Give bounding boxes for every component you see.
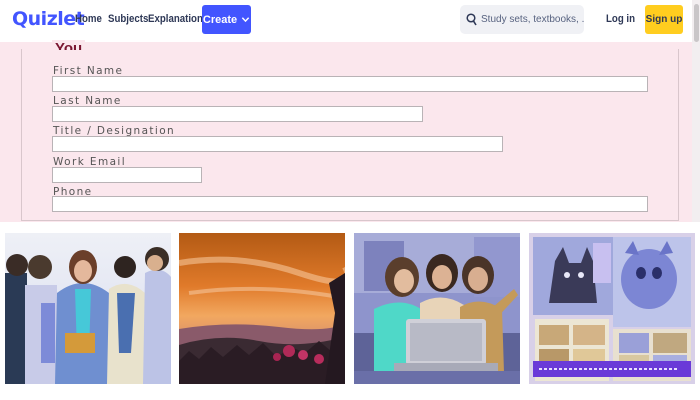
phone-field[interactable] xyxy=(52,196,648,212)
log-in-link[interactable]: Log in xyxy=(606,13,635,25)
nav-home-link[interactable]: Home xyxy=(75,13,102,25)
nav-explanations-link[interactable]: Explanations xyxy=(148,13,208,25)
top-navigation-bar: Quizlet Home Subjects Explanations Creat… xyxy=(0,0,700,42)
search-icon xyxy=(466,13,477,26)
work-email-field[interactable] xyxy=(52,167,202,183)
scrollbar-thumb[interactable] xyxy=(694,4,699,42)
pet-magazine-collage-photo[interactable] xyxy=(529,233,695,384)
form-section-title: You xyxy=(52,40,86,50)
first-name-field[interactable] xyxy=(52,76,648,92)
sunset-landscape-photo[interactable] xyxy=(179,233,345,384)
group-of-students-photo[interactable] xyxy=(5,233,171,384)
title-designation-field[interactable] xyxy=(52,136,503,152)
chevron-down-icon xyxy=(241,17,250,23)
sign-up-button[interactable]: Sign up xyxy=(645,5,683,34)
nav-subjects-link[interactable]: Subjects xyxy=(108,13,148,25)
last-name-field[interactable] xyxy=(52,106,423,122)
search-bar[interactable] xyxy=(460,5,585,34)
search-input[interactable] xyxy=(481,14,585,25)
create-label: Create xyxy=(202,13,238,26)
quizlet-logo[interactable]: Quizlet xyxy=(12,8,85,30)
students-with-laptop-photo[interactable] xyxy=(354,233,520,384)
create-button[interactable]: Create xyxy=(202,5,251,34)
